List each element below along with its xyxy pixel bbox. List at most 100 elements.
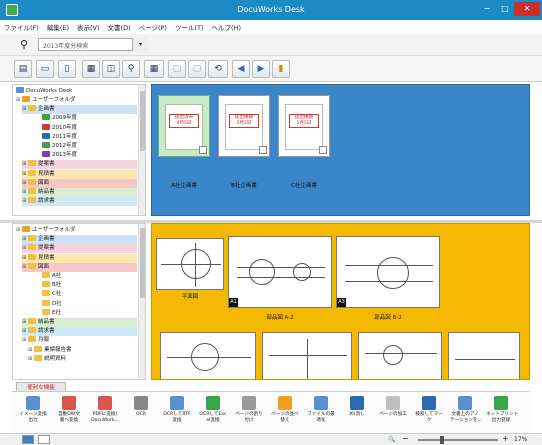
feature-label: イメージ変換 出力 [19,412,47,423]
menu-help[interactable]: ヘルプ(H) [208,20,245,34]
minimize-button[interactable]: − [478,2,496,16]
tree-item[interactable]: ⊞ 業績報告書 [28,345,137,355]
feature-icon [62,396,76,410]
menu-document[interactable]: 文書(D) [104,20,135,34]
close-button[interactable]: ✕ [514,2,540,16]
tree-item[interactable]: ⊞ 説明資料 [28,354,137,364]
zoom-in-button[interactable]: + [502,434,509,443]
document-thumbnail[interactable]: 提出納期 5月5日 [278,95,330,157]
tree-item[interactable]: E社 [36,308,137,318]
tree-item[interactable]: ⊞ 納品書 [22,188,137,197]
zoom-out-button[interactable]: − [402,434,409,443]
drawing-thumbnail[interactable] [156,238,224,290]
stack-icon[interactable]: ▢ [168,60,186,78]
unstack-icon[interactable]: ▢ [188,60,206,78]
tree-item[interactable]: 2009年度 [36,114,137,123]
menu-tools[interactable]: ツール(T) [171,20,208,34]
tree-item[interactable]: ⊞ 図面 [22,178,137,188]
drawing-label[interactable]: 部品図 A-2 [228,313,332,321]
document-thumbnail[interactable]: 提出済み 4月5日 [158,95,210,157]
tree-item[interactable]: ⊞ 月報 [22,336,137,345]
drawing-thumbnail[interactable] [358,332,442,379]
view-mode-grid-icon[interactable] [22,435,34,444]
tree-item[interactable]: 2011年度 [36,132,137,142]
tree-item[interactable]: ⊞ 図面 [22,262,137,272]
drawing-label[interactable]: 部品図 B-2 [336,313,440,321]
tree-item[interactable]: ⊞ 請求書 [22,327,137,337]
feature-button[interactable]: ファイルの最 適化 [306,396,336,424]
feature-button[interactable]: ページの割り 付け [234,396,264,424]
zoom-slider[interactable] [418,436,498,444]
document-label[interactable]: B社企画書 [214,181,274,189]
drawing-thumbnail[interactable]: A1 [228,236,332,308]
tree-item-label: 2010年度 [52,124,77,131]
feature-button[interactable]: OCR [126,396,156,418]
drawing-thumbnail[interactable] [160,332,256,379]
drawing-label[interactable]: 平面図 [156,292,224,300]
feature-button[interactable]: ネットプリント 出力登録 [486,396,518,424]
scan-icon[interactable]: ▭ [36,60,54,78]
feature-button[interactable]: 文書上のアノ テーションを... [450,396,482,424]
tree-top-scrollbar[interactable] [138,85,145,215]
status-stamp: 提出納期 5月2日 [229,114,259,128]
menu-edit[interactable]: 編集(E) [43,20,73,34]
tree-item[interactable]: 2012年度 [36,142,137,151]
feature-button[interactable]: ページの並べ 替え [270,396,300,424]
menu-view[interactable]: 表示(V) [73,20,104,34]
tree-item[interactable]: ⊞ 納品書 [22,318,137,327]
binoculars-icon[interactable]: ⚲ [14,38,34,52]
tree-bottom-scrollbar[interactable] [138,224,145,379]
menu-page[interactable]: ページ(P) [135,20,171,34]
tree-item[interactable]: ⊞ 請求書 [22,197,137,207]
tree-item[interactable]: ⊞ ユーザーフォルダ [16,96,137,105]
feature-button[interactable]: OCRしてRTF 変換 [162,396,192,424]
tree-item[interactable]: 2013年度 [36,151,137,160]
thumbnail-view-icon[interactable]: ▦ [144,60,164,78]
drawing-thumbnail[interactable] [262,332,352,379]
drawing-size-tag: A1 [229,298,238,307]
feature-button[interactable]: 検索してマー ク [414,396,444,424]
document-label[interactable]: A社企画書 [154,181,214,189]
document-icon[interactable]: ▯ [58,60,76,78]
tree-item[interactable]: A社 [36,272,137,281]
feature-button[interactable]: OCRしてExc el変換 [198,396,228,424]
drawing-thumbnail[interactable] [448,332,520,379]
tree-item[interactable]: ⊞ ユーザーフォルダ [16,226,137,235]
tree-item[interactable]: ⊞ 見積書 [22,253,137,263]
tree-item[interactable]: 2010年度 [36,123,137,133]
tree-item[interactable]: D社 [36,299,137,309]
view-mode-list-icon[interactable] [38,435,50,444]
drawing-size-tag: A3 [337,298,346,307]
feature-button[interactable]: め(消し [342,396,372,418]
menu-file[interactable]: ファイル(F) [0,20,43,34]
feature-button[interactable]: 自動DW文 書へ変換 [54,396,84,424]
document-thumbnail[interactable]: 提出納期 5月2日 [218,95,270,157]
tree-item[interactable]: B社 [36,281,137,290]
tree-item[interactable]: C社 [36,290,137,299]
maximize-button[interactable]: □ [496,2,514,16]
tree-item[interactable]: ⊞ 見積書 [22,169,137,179]
tree-item[interactable]: ⊞ 提案書 [22,160,137,170]
tree-item-label: ユーザーフォルダ [32,227,76,233]
back-arrow-icon[interactable]: ◀ [232,60,250,78]
forward-arrow-icon[interactable]: ▶ [252,60,270,78]
search-dropdown-button[interactable]: ▾ [132,38,148,51]
view-single-icon[interactable]: ▦ [82,60,100,78]
document-label[interactable]: C社企画書 [274,181,334,189]
binoculars-icon[interactable]: ⚲ [122,60,140,78]
feature-button[interactable]: イメージ変換 出力 [18,396,48,424]
feature-button[interactable]: ページの加工 [378,396,408,418]
tree-item[interactable]: ⊞ 企画書 [22,235,137,245]
desk-icon [16,87,24,93]
tree-root[interactable]: DocuWorks Desk [16,87,72,96]
feature-button[interactable]: PDFに変換( DocuWork... [90,396,120,424]
tree-item[interactable]: ⊞ 提案書 [22,244,137,254]
folder-up-icon[interactable]: ▮ [272,60,290,78]
view-split-icon[interactable]: ◫ [102,60,120,78]
drawing-thumbnail[interactable]: A3 [336,236,440,308]
tree-item-label: C社 [52,291,62,298]
tree-item[interactable]: ⊞ 企画書 [22,105,137,115]
convert-icon[interactable]: ⟲ [208,60,228,78]
print-icon[interactable]: ▤ [14,60,32,78]
feature-label: OCR [135,412,146,417]
